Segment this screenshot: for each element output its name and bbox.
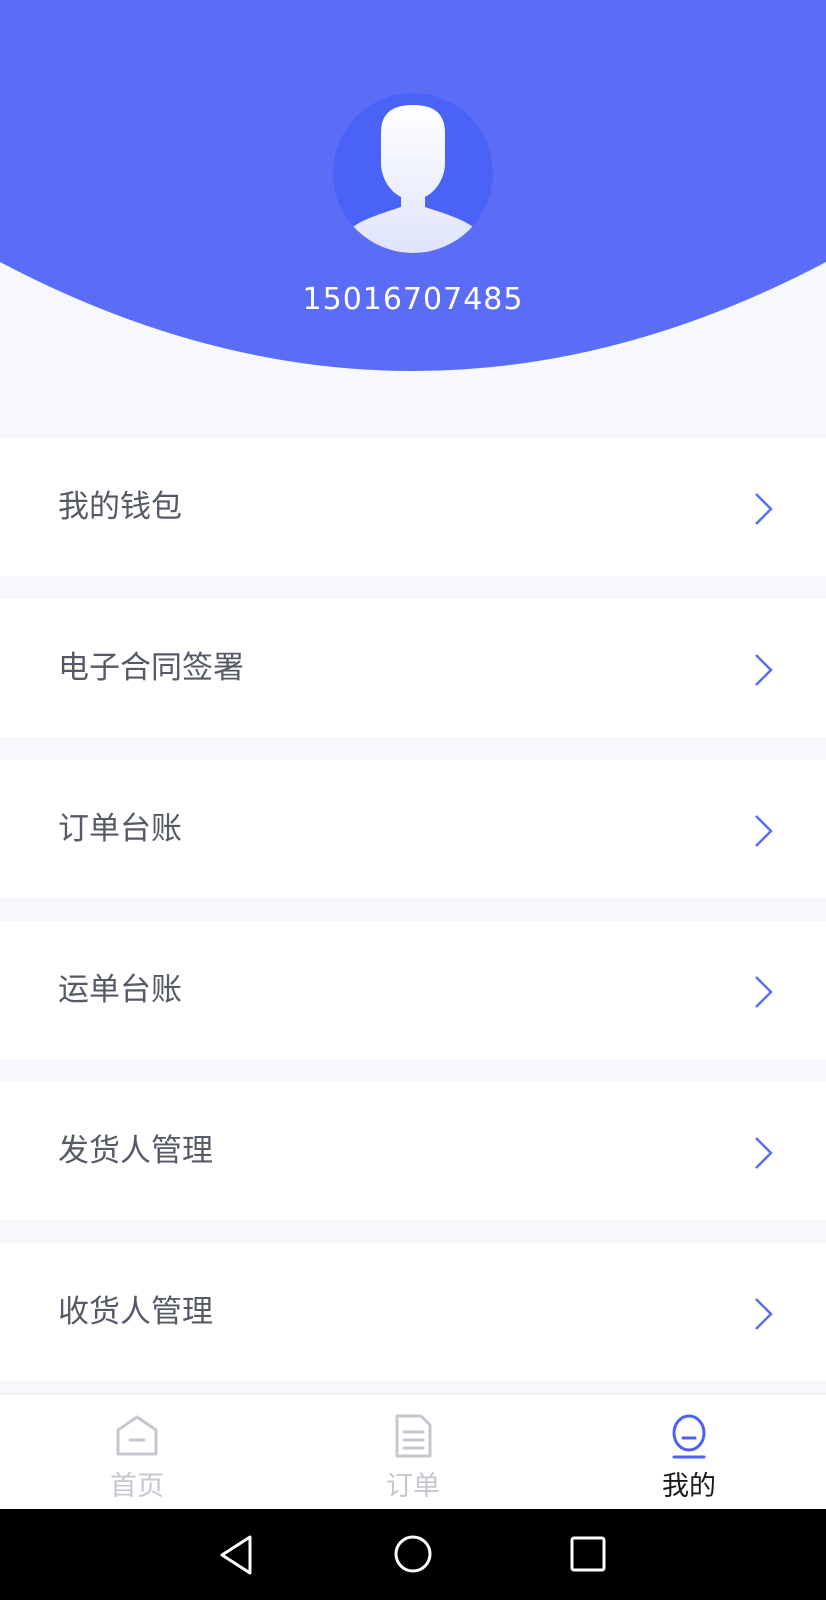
menu-item-wallet[interactable]: 我的钱包 bbox=[0, 438, 826, 576]
chevron-right-icon bbox=[755, 815, 773, 847]
user-phone: 15016707485 bbox=[302, 282, 524, 317]
menu-item-shipper-management[interactable]: 发货人管理 bbox=[0, 1082, 826, 1220]
user-silhouette-icon bbox=[353, 105, 473, 253]
menu-item-label: 订单台账 bbox=[58, 811, 182, 847]
system-navigation-bar bbox=[0, 1509, 826, 1600]
menu-list: 我的钱包 电子合同签署 订单台账 运单台账 发货人管理 收货人管理 bbox=[0, 438, 826, 1404]
home-circle-icon[interactable] bbox=[393, 1534, 433, 1574]
menu-item-waybill-ledger[interactable]: 运单台账 bbox=[0, 921, 826, 1059]
profile-icon bbox=[672, 1414, 706, 1459]
menu-item-contract[interactable]: 电子合同签署 bbox=[0, 599, 826, 737]
menu-item-label: 发货人管理 bbox=[58, 1133, 213, 1169]
document-icon bbox=[395, 1414, 432, 1458]
profile-header: 15016707485 bbox=[0, 0, 826, 392]
chevron-right-icon bbox=[755, 493, 773, 525]
home-icon bbox=[116, 1415, 158, 1456]
menu-item-order-ledger[interactable]: 订单台账 bbox=[0, 760, 826, 898]
avatar[interactable] bbox=[333, 93, 493, 253]
menu-item-label: 电子合同签署 bbox=[58, 650, 244, 686]
tab-label: 订单 bbox=[386, 1471, 440, 1502]
menu-item-label: 运单台账 bbox=[58, 972, 182, 1008]
menu-item-label: 收货人管理 bbox=[58, 1294, 213, 1330]
tab-mine[interactable]: 我的 bbox=[589, 1394, 789, 1510]
menu-item-label: 我的钱包 bbox=[58, 489, 182, 525]
chevron-right-icon bbox=[755, 1298, 773, 1330]
menu-item-consignee-management[interactable]: 收货人管理 bbox=[0, 1243, 826, 1381]
tab-label: 首页 bbox=[110, 1471, 164, 1502]
tab-home[interactable]: 首页 bbox=[37, 1394, 237, 1510]
tab-orders[interactable]: 订单 bbox=[313, 1394, 513, 1510]
chevron-right-icon bbox=[755, 654, 773, 686]
tab-label: 我的 bbox=[662, 1471, 716, 1502]
chevron-right-icon bbox=[755, 1137, 773, 1169]
back-triangle-icon[interactable] bbox=[216, 1533, 256, 1577]
recents-square-icon[interactable] bbox=[570, 1536, 606, 1572]
bottom-tab-bar: 首页 订单 我的 bbox=[0, 1393, 826, 1509]
chevron-right-icon bbox=[755, 976, 773, 1008]
